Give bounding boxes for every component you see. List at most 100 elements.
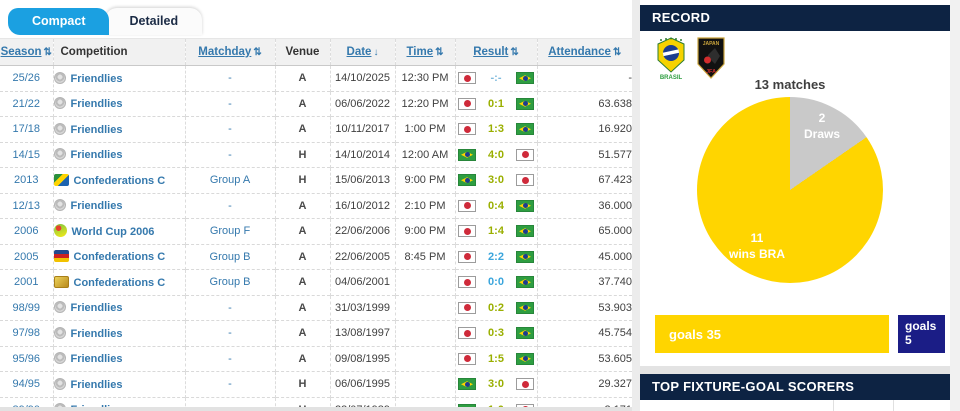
season-link[interactable]: 98/99: [12, 302, 40, 314]
record-panel-title: RECORD: [640, 5, 950, 31]
competition-link[interactable]: Friendlies: [71, 98, 123, 110]
sort-result-header[interactable]: Result: [473, 46, 508, 58]
season-cell: 97/98: [0, 321, 53, 347]
season-link[interactable]: 2013: [14, 174, 38, 186]
date-cell: 16/10/2012: [330, 193, 395, 219]
record-card: BRASIL JAPAN JFA 13 matches 2 Draws 11 w…: [640, 31, 950, 367]
svg-text:JAPAN: JAPAN: [703, 41, 720, 47]
matchday-link[interactable]: -: [228, 378, 232, 390]
competition-icon: [54, 97, 66, 109]
match-result[interactable]: 3:0: [484, 174, 508, 186]
competition-link[interactable]: Friendlies: [71, 73, 123, 85]
match-result[interactable]: 1:4: [484, 225, 508, 237]
matchday-link[interactable]: Group B: [210, 251, 251, 263]
match-result[interactable]: 0:2: [484, 302, 508, 314]
matchday-link[interactable]: Group F: [210, 225, 250, 237]
competition-link[interactable]: Friendlies: [71, 302, 123, 314]
matchday-link[interactable]: -: [228, 200, 232, 212]
competition-link[interactable]: Confederations C: [74, 251, 166, 263]
match-result[interactable]: 0:4: [484, 200, 508, 212]
date-cell: 10/11/2017: [330, 117, 395, 143]
season-link[interactable]: 95/96: [12, 353, 40, 365]
competition-link[interactable]: Friendlies: [71, 149, 123, 161]
match-result[interactable]: 0:0: [484, 276, 508, 288]
date-cell: 13/08/1997: [330, 321, 395, 347]
matchday-link[interactable]: -: [228, 149, 232, 161]
season-link[interactable]: 21/22: [12, 98, 40, 110]
attendance-cell: 53.903: [537, 295, 632, 321]
match-result[interactable]: -:-: [484, 72, 508, 84]
matchday-link[interactable]: -: [228, 98, 232, 110]
sort-both-icon[interactable]: ⇅: [435, 47, 443, 58]
matchday-cell: Group B: [185, 244, 275, 270]
matchday-link[interactable]: -: [228, 327, 232, 339]
matchday-link[interactable]: -: [228, 72, 232, 84]
matchday-link[interactable]: -: [228, 123, 232, 135]
match-result[interactable]: 2:2: [484, 251, 508, 263]
match-result[interactable]: 1:3: [484, 123, 508, 135]
svg-text:JFA: JFA: [706, 69, 716, 75]
date-cell: 15/06/2013: [330, 168, 395, 194]
match-result[interactable]: 3:0: [484, 378, 508, 390]
venue-cell: A: [275, 193, 330, 219]
competition-link[interactable]: Friendlies: [71, 353, 123, 365]
home-flag: [458, 200, 476, 212]
japan-crest-icon[interactable]: JAPAN JFA: [694, 36, 728, 80]
matchday-cell: -: [185, 91, 275, 117]
competition-link[interactable]: Confederations C: [74, 277, 166, 289]
competition-link[interactable]: Friendlies: [71, 124, 123, 136]
season-link[interactable]: 2005: [14, 251, 38, 263]
season-link[interactable]: 12/13: [12, 200, 40, 212]
attendance-cell: 36.000: [537, 193, 632, 219]
sort-date-header[interactable]: Date: [347, 46, 372, 58]
matchday-link[interactable]: -: [228, 302, 232, 314]
match-row: 2001 Confederations C Group B A 04/06/20…: [0, 270, 632, 296]
season-link[interactable]: 94/95: [12, 378, 40, 390]
competition-link[interactable]: World Cup 2006: [72, 226, 155, 238]
sort-matchday-header[interactable]: Matchday: [198, 46, 251, 58]
season-link[interactable]: 17/18: [12, 123, 40, 135]
tab-compact[interactable]: Compact: [8, 8, 109, 35]
venue-cell: A: [275, 321, 330, 347]
sort-season-header[interactable]: Season: [1, 46, 42, 58]
sort-both-icon[interactable]: ⇅: [510, 47, 518, 58]
season-link[interactable]: 2006: [14, 225, 38, 237]
season-link[interactable]: 14/15: [12, 149, 40, 161]
match-table-body: 25/26 Friendlies - A 14/10/2025 12:30 PM…: [0, 66, 632, 411]
matchday-link[interactable]: -: [228, 353, 232, 365]
competition-icon: [54, 301, 66, 313]
competition-link[interactable]: Friendlies: [71, 328, 123, 340]
venue-cell: A: [275, 295, 330, 321]
result-cell: 0:4: [455, 193, 537, 219]
match-result[interactable]: 0:3: [484, 327, 508, 339]
match-result[interactable]: 0:1: [484, 98, 508, 110]
sort-attendance-header[interactable]: Attendance: [548, 46, 611, 58]
time-cell: 1:00 PM: [395, 117, 455, 143]
season-link[interactable]: 2001: [14, 276, 38, 288]
sort-both-icon[interactable]: ⇅: [44, 47, 52, 58]
season-link[interactable]: 97/98: [12, 327, 40, 339]
matchday-cell: -: [185, 117, 275, 143]
result-cell: -:-: [455, 66, 537, 92]
matchday-link[interactable]: Group B: [210, 276, 251, 288]
matches-count-label: 13 matches: [640, 77, 940, 92]
sort-both-icon[interactable]: ⇅: [613, 47, 621, 58]
time-cell: [395, 270, 455, 296]
sort-desc-icon[interactable]: ↓: [373, 47, 378, 58]
match-result[interactable]: 1:5: [484, 353, 508, 365]
time-cell: [395, 321, 455, 347]
competition-link[interactable]: Confederations C: [74, 175, 166, 187]
sort-both-icon[interactable]: ⇅: [253, 47, 261, 58]
away-flag: [516, 353, 534, 365]
season-link[interactable]: 25/26: [12, 72, 40, 84]
brazil-crest-icon[interactable]: BRASIL: [654, 36, 688, 80]
record-pane: RECORD BRASIL JAPAN JFA: [640, 0, 960, 411]
match-result[interactable]: 4:0: [484, 149, 508, 161]
matchday-link[interactable]: Group A: [210, 174, 250, 186]
competition-link[interactable]: Friendlies: [71, 379, 123, 391]
sort-time-header[interactable]: Time: [406, 46, 433, 58]
time-cell: 2:10 PM: [395, 193, 455, 219]
competition-link[interactable]: Friendlies: [71, 200, 123, 212]
season-cell: 2006: [0, 219, 53, 245]
tab-detailed[interactable]: Detailed: [105, 8, 202, 35]
